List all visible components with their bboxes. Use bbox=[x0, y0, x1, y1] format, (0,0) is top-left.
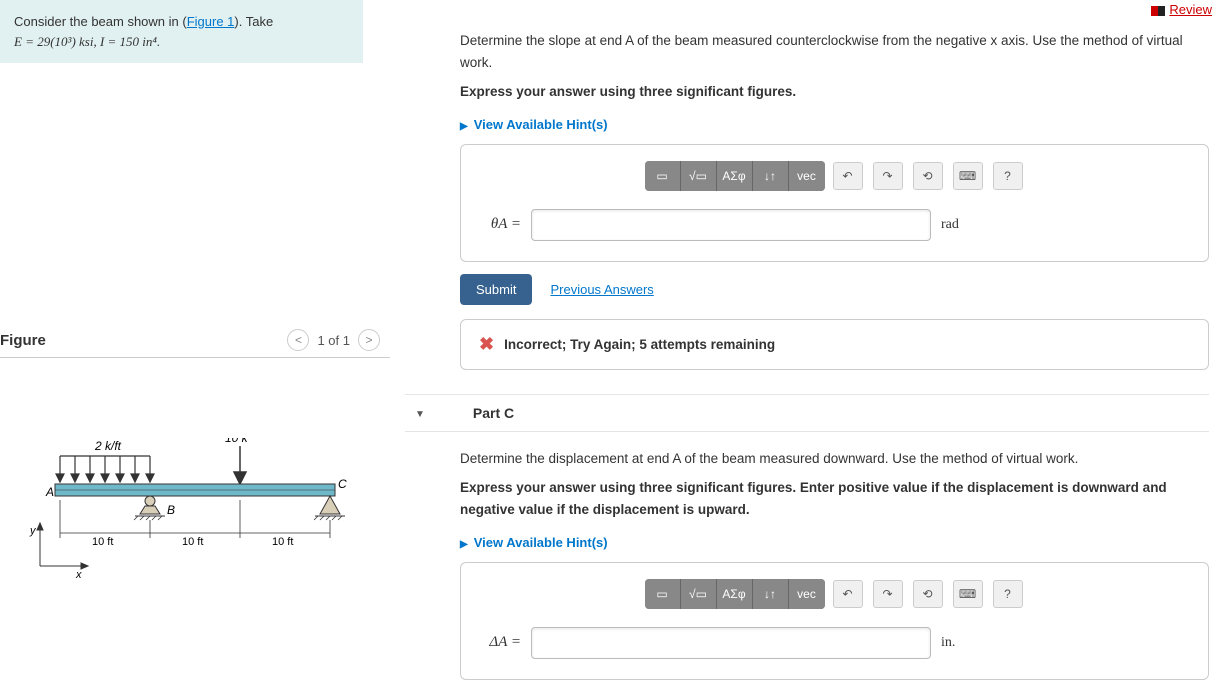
partb-answer-box: ▭ √▭ ΑΣφ ↓↑ vec ↶ ↷ ⟲ ⌨ ? θA = rad bbox=[460, 144, 1209, 262]
figure-diagram: 2 k/ft 10 k A B C bbox=[0, 438, 390, 598]
problem-statement: Consider the beam shown in (Figure 1). T… bbox=[0, 0, 363, 63]
figure-link[interactable]: Figure 1 bbox=[187, 14, 235, 29]
partc-answer-label: ΔA = bbox=[481, 634, 521, 651]
help-icon[interactable]: ? bbox=[993, 580, 1023, 608]
partb-instruction: Express your answer using three signific… bbox=[460, 81, 1209, 103]
partc-hints-label: View Available Hint(s) bbox=[474, 535, 608, 550]
partc-toolbar: ▭ √▭ ΑΣφ ↓↑ vec ↶ ↷ ⟲ ⌨ ? bbox=[481, 579, 1188, 609]
help-icon[interactable]: ? bbox=[993, 162, 1023, 190]
axis-x: x bbox=[75, 569, 82, 578]
redo-icon[interactable]: ↷ bbox=[873, 162, 903, 190]
dim2-label: 10 ft bbox=[182, 536, 203, 548]
keyboard-icon[interactable]: ⌨ bbox=[953, 580, 983, 608]
partb-answer-input[interactable] bbox=[531, 209, 931, 241]
partc-instruction: Express your answer using three signific… bbox=[460, 477, 1209, 520]
pager-count: 1 of 1 bbox=[317, 333, 350, 348]
partb-hints-label: View Available Hint(s) bbox=[474, 117, 608, 132]
pager-next-button[interactable]: > bbox=[358, 329, 380, 351]
partb-feedback: ✖ Incorrect; Try Again; 5 attempts remai… bbox=[460, 319, 1209, 370]
partc-title: Part C bbox=[473, 405, 514, 421]
partb-previous-answers-link[interactable]: Previous Answers bbox=[550, 282, 653, 297]
problem-values: E = 29(10³) ksi, I = 150 in⁴. bbox=[14, 34, 160, 49]
tool-template-icon[interactable]: ▭ bbox=[645, 579, 681, 609]
collapse-icon bbox=[415, 405, 425, 420]
review-link[interactable]: Review bbox=[1151, 2, 1212, 17]
tool-vec-button[interactable]: vec bbox=[789, 161, 825, 191]
partb-toolbar: ▭ √▭ ΑΣφ ↓↑ vec ↶ ↷ ⟲ ⌨ ? bbox=[481, 161, 1188, 191]
partb-prompt-text: Determine the slope at end A of the beam… bbox=[460, 33, 1183, 70]
expand-icon bbox=[460, 117, 468, 132]
reset-icon[interactable]: ⟲ bbox=[913, 162, 943, 190]
undo-icon[interactable]: ↶ bbox=[833, 162, 863, 190]
problem-text-pre: Consider the beam shown in ( bbox=[14, 14, 187, 29]
partb-submit-button[interactable]: Submit bbox=[460, 274, 532, 305]
partc-header[interactable]: Part C bbox=[405, 394, 1209, 432]
partc-unit: in. bbox=[941, 635, 955, 651]
dim3-label: 10 ft bbox=[272, 536, 293, 548]
figure-title: Figure bbox=[0, 332, 46, 349]
tool-vec-button[interactable]: vec bbox=[789, 579, 825, 609]
label-c: C bbox=[338, 477, 347, 491]
partb-hints-toggle[interactable]: View Available Hint(s) bbox=[460, 117, 608, 132]
partc-hints-toggle[interactable]: View Available Hint(s) bbox=[460, 535, 608, 550]
point-load-label: 10 k bbox=[225, 438, 249, 445]
pager-prev-button[interactable]: < bbox=[287, 329, 309, 351]
figure-header: Figure < 1 of 1 > bbox=[0, 323, 390, 358]
tool-greek-button[interactable]: ΑΣφ bbox=[717, 579, 753, 609]
partc-prompt: Determine the displacement at end A of t… bbox=[460, 448, 1209, 521]
partc-answer-input[interactable] bbox=[531, 627, 931, 659]
problem-text-post: ). Take bbox=[234, 14, 273, 29]
tool-subscript-icon[interactable]: ↓↑ bbox=[753, 579, 789, 609]
dim1-label: 10 ft bbox=[92, 536, 113, 548]
figure-pager: < 1 of 1 > bbox=[287, 329, 380, 351]
label-a: A bbox=[45, 485, 54, 499]
incorrect-icon: ✖ bbox=[479, 334, 494, 355]
axis-y: y bbox=[29, 525, 37, 537]
partb-unit: rad bbox=[941, 217, 959, 233]
tool-subscript-icon[interactable]: ↓↑ bbox=[753, 161, 789, 191]
tool-template-icon[interactable]: ▭ bbox=[645, 161, 681, 191]
redo-icon[interactable]: ↷ bbox=[873, 580, 903, 608]
expand-icon bbox=[460, 535, 468, 550]
reset-icon[interactable]: ⟲ bbox=[913, 580, 943, 608]
partc-prompt-text: Determine the displacement at end A of t… bbox=[460, 451, 1078, 466]
dist-load-label: 2 k/ft bbox=[94, 439, 122, 453]
partc-answer-box: ▭ √▭ ΑΣφ ↓↑ vec ↶ ↷ ⟲ ⌨ ? ΔA = in. bbox=[460, 562, 1209, 680]
tool-fraction-icon[interactable]: √▭ bbox=[681, 579, 717, 609]
keyboard-icon[interactable]: ⌨ bbox=[953, 162, 983, 190]
undo-icon[interactable]: ↶ bbox=[833, 580, 863, 608]
partb-answer-label: θA = bbox=[481, 216, 521, 233]
tool-greek-button[interactable]: ΑΣφ bbox=[717, 161, 753, 191]
tool-fraction-icon[interactable]: √▭ bbox=[681, 161, 717, 191]
partb-prompt: Determine the slope at end A of the beam… bbox=[460, 30, 1209, 103]
label-b: B bbox=[167, 503, 175, 517]
partb-feedback-text: Incorrect; Try Again; 5 attempts remaini… bbox=[504, 337, 775, 352]
